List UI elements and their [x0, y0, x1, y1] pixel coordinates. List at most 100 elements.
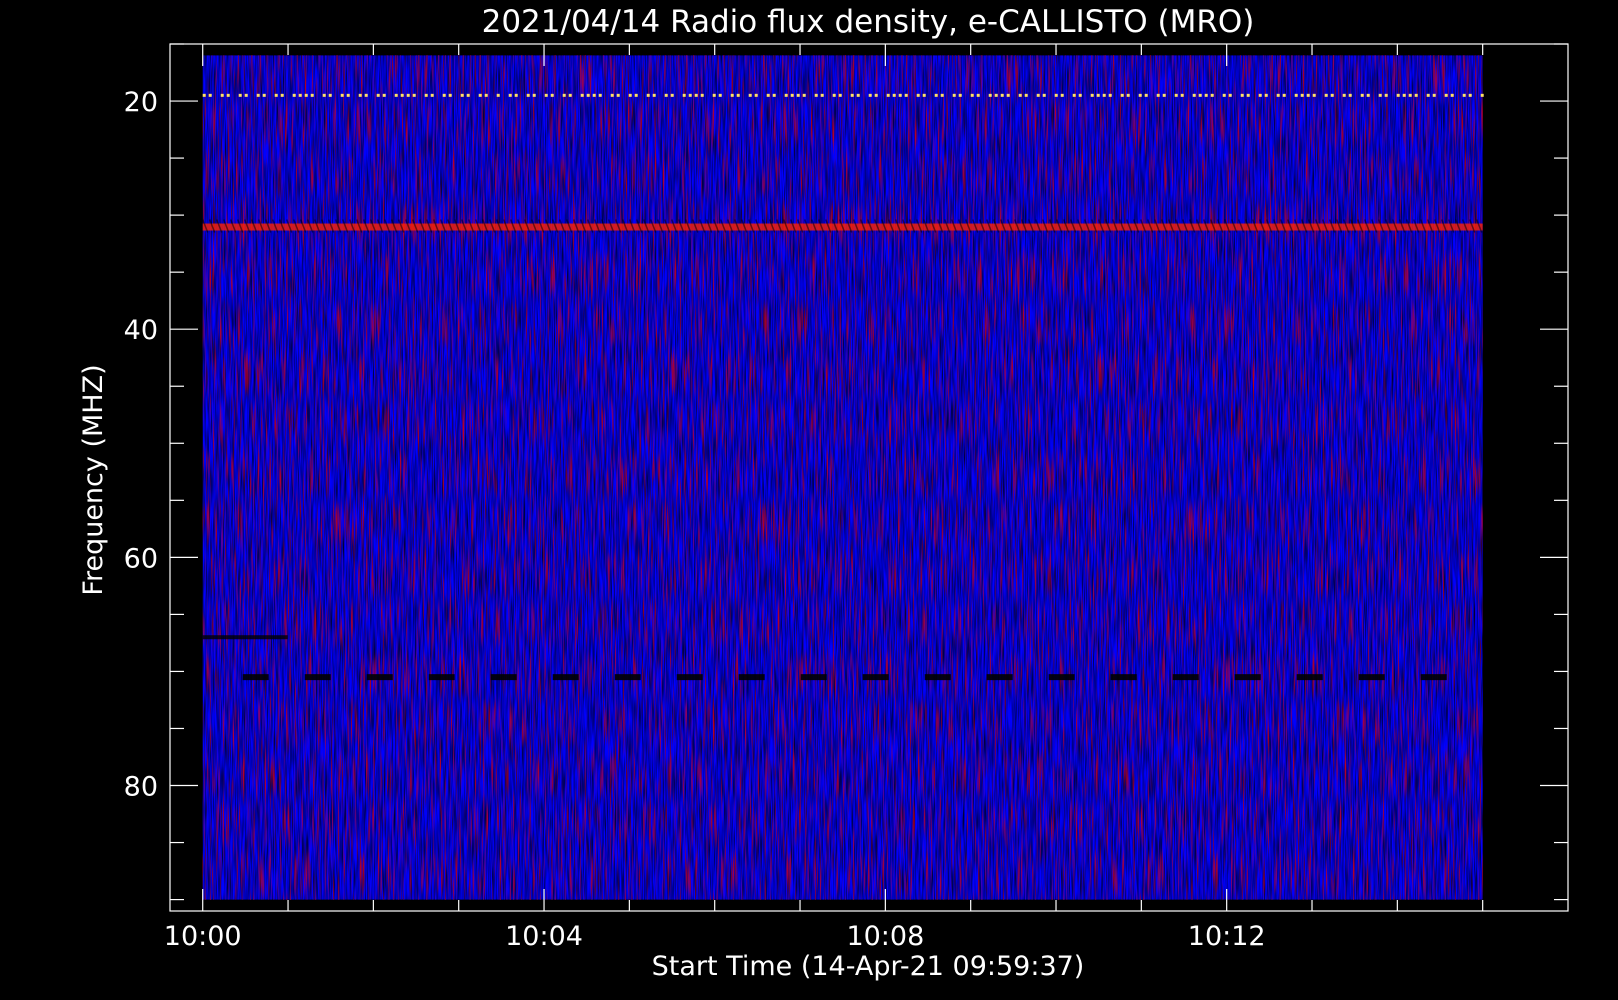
bright-line-dot — [448, 93, 452, 97]
bright-line-dot — [898, 93, 902, 97]
bright-line-dot — [310, 93, 314, 97]
dark-band-segment — [614, 674, 641, 681]
bright-line-dot — [394, 93, 398, 97]
bright-line-dot — [1006, 93, 1010, 97]
bright-line-dot — [646, 93, 650, 97]
bright-line-dot — [922, 93, 926, 97]
spectrogram-chart: 10:00 10:04 10:08 10:12 20 40 60 80 2021/04/14 … — [0, 0, 1618, 1000]
y-tick-label: 80 — [124, 772, 158, 803]
bright-line-dot — [262, 93, 266, 97]
bright-line-dot — [1444, 93, 1448, 97]
bright-line-dot — [544, 93, 548, 97]
bright-line-dot — [1036, 93, 1040, 97]
bright-line-dot — [850, 93, 854, 97]
dark-band-segment — [1048, 674, 1075, 681]
dark-band-segment — [986, 674, 1013, 681]
bright-line-dot — [1174, 93, 1178, 97]
dark-band-segment — [924, 674, 951, 681]
bright-line-dot — [496, 93, 500, 97]
bright-line-dot — [1264, 93, 1268, 97]
chart-title: 2021/04/14 Radio flux density, e-CALLIST… — [482, 4, 1255, 40]
bright-line-dot — [412, 93, 416, 97]
bright-line-dot — [430, 93, 434, 97]
bright-line-dot — [220, 93, 224, 97]
bright-line-dot — [328, 93, 332, 97]
bright-line-dot — [1192, 93, 1196, 97]
bright-line-dot — [382, 93, 386, 97]
bright-line-dot — [1078, 93, 1082, 97]
dark-band-segment — [242, 674, 269, 681]
bright-line-dot — [694, 93, 698, 97]
dark-band-segment — [676, 674, 703, 681]
bright-line-dot — [1246, 93, 1250, 97]
bright-line-dot — [1222, 93, 1226, 97]
bright-line-dot — [244, 93, 248, 97]
bright-line-dot — [442, 93, 446, 97]
bright-line-dot — [1414, 93, 1418, 97]
spectrogram-image — [202, 55, 1484, 900]
bright-line-dot — [1204, 93, 1208, 97]
y-tick-label: 40 — [124, 315, 158, 346]
bright-line-dot — [1330, 93, 1334, 97]
dark-band-segment — [202, 635, 288, 640]
bright-line-dot — [400, 93, 404, 97]
bright-line-dot — [238, 93, 242, 97]
bright-line-dot — [1240, 93, 1244, 97]
bright-line-dot — [718, 93, 722, 97]
dark-band-segment — [862, 674, 889, 681]
x-axis-label: Start Time (14-Apr-21 09:59:37) — [652, 951, 1085, 982]
bright-line-dot — [1432, 93, 1436, 97]
bright-line-dot — [994, 93, 998, 97]
bright-line-dot — [1312, 93, 1316, 97]
bright-line-dot — [484, 93, 488, 97]
dark-band-segment — [1420, 674, 1447, 681]
bright-line-dot — [358, 93, 362, 97]
bright-line-dot — [376, 93, 380, 97]
spectrogram-red-texture — [202, 55, 1483, 900]
bright-line-dot — [1108, 93, 1112, 97]
bright-line-dot — [916, 93, 920, 97]
x-tick-label: 10:12 — [1188, 921, 1266, 952]
y-axis-label: Frequency (MHZ) — [78, 364, 109, 595]
bright-line-dot — [562, 93, 566, 97]
bright-line-dot — [1126, 93, 1130, 97]
bright-line-dot — [952, 93, 956, 97]
bright-line-dot — [1294, 93, 1298, 97]
bright-line-dot — [748, 93, 752, 97]
bright-line-dot — [664, 93, 668, 97]
bright-line-dot — [346, 93, 350, 97]
bright-line-dot — [988, 93, 992, 97]
dark-band-segment — [304, 674, 331, 681]
bright-line-dot — [616, 93, 620, 97]
bright-line-dot — [652, 93, 656, 97]
bright-line-dot — [1138, 93, 1142, 97]
bright-line-dot — [598, 93, 602, 97]
y-tick-label: 20 — [124, 87, 158, 118]
bright-line-dot — [1096, 93, 1100, 97]
bright-line-dot — [1228, 93, 1232, 97]
bright-line-dot — [790, 93, 794, 97]
bright-line-dot — [550, 93, 554, 97]
bright-line-dot — [1156, 93, 1160, 97]
dark-band-segment — [1110, 674, 1137, 681]
bright-line-dot — [1450, 93, 1454, 97]
bright-line-dot — [886, 93, 890, 97]
bright-line-dot — [940, 93, 944, 97]
bright-line-dot — [784, 93, 788, 97]
bright-line-dot — [610, 93, 614, 97]
bright-line-dot — [1060, 93, 1064, 97]
bright-line-dot — [586, 93, 590, 97]
bright-line-dot — [1402, 93, 1406, 97]
bright-line-dot — [1210, 93, 1214, 97]
bright-line-dot — [1162, 93, 1166, 97]
bright-line-dot — [1384, 93, 1388, 97]
dark-band-feature — [202, 635, 288, 640]
bright-line-dot — [766, 93, 770, 97]
bright-line-dot — [532, 93, 536, 97]
bright-line-dot — [1018, 93, 1022, 97]
bright-line-dot — [1360, 93, 1364, 97]
bright-line-dot — [1024, 93, 1028, 97]
bright-line-dot — [526, 93, 530, 97]
bright-line-dot — [292, 93, 296, 97]
bright-line-dot — [460, 93, 464, 97]
